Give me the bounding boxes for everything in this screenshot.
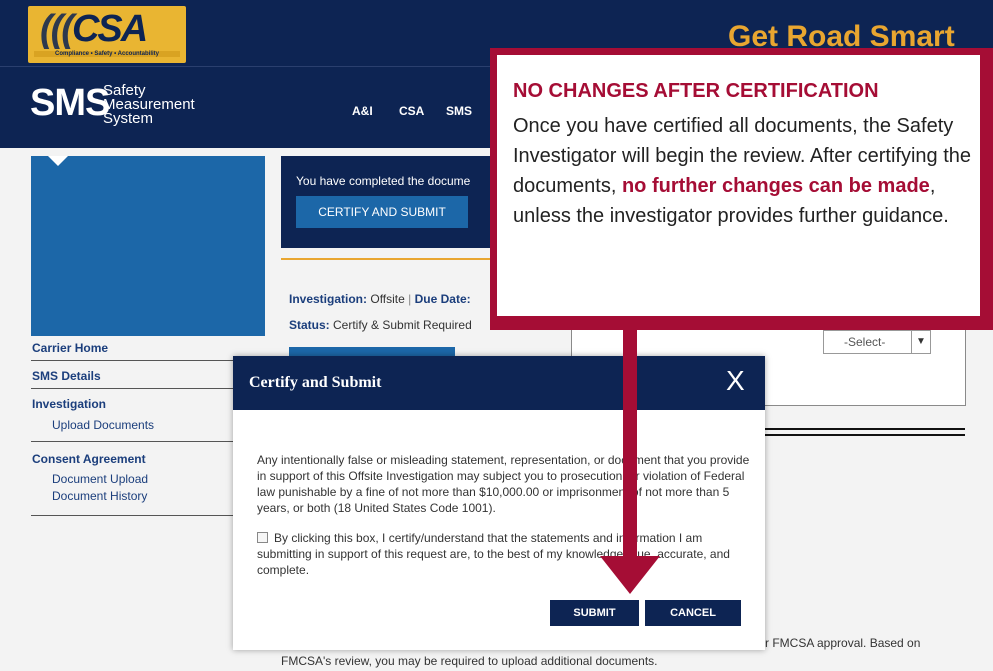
- callout-border-right: [980, 48, 993, 330]
- close-icon[interactable]: X: [726, 364, 745, 398]
- sidebar-banner: [31, 156, 265, 336]
- sidebar-item-investigation[interactable]: Investigation: [32, 397, 106, 411]
- sidebar-item-document-upload[interactable]: Document Upload: [52, 472, 148, 486]
- sidebar-item-document-history[interactable]: Document History: [52, 489, 147, 503]
- status-value: Certify & Submit Required: [333, 318, 472, 332]
- submit-button[interactable]: SUBMIT: [550, 600, 639, 626]
- status-info: Status: Certify & Submit Required: [289, 318, 472, 332]
- csa-logo[interactable]: (((CSA Compliance • Safety • Accountabil…: [28, 6, 186, 63]
- certify-submit-modal: Certify and Submit X Any intentionally f…: [233, 356, 765, 650]
- csa-logo-tagline: Compliance • Safety • Accountability: [34, 51, 180, 57]
- sidebar-item-sms-details[interactable]: SMS Details: [32, 369, 101, 383]
- footer-note-left: FMCSA's review, you may be required to u…: [281, 654, 658, 668]
- nav-csa[interactable]: CSA: [399, 104, 424, 118]
- sidebar-divider: [31, 388, 265, 389]
- select-value: -Select-: [844, 335, 886, 349]
- callout-title: NO CHANGES AFTER CERTIFICATION: [513, 80, 879, 102]
- sidebar-item-carrier-home[interactable]: Carrier Home: [32, 341, 108, 355]
- investigation-label: Investigation:: [289, 292, 368, 306]
- document-type-select[interactable]: -Select- ▼: [823, 330, 931, 354]
- legal-warning: Any intentionally false or misleading st…: [257, 453, 750, 515]
- sms-logo-subtitle: Safety Measurement System: [103, 82, 195, 127]
- investigation-info: Investigation: Offsite | Due Date:: [289, 292, 471, 306]
- sidebar-item-consent-agreement[interactable]: Consent Agreement: [32, 452, 146, 466]
- investigation-value: Offsite: [370, 292, 405, 306]
- callout-body: Once you have certified all documents, t…: [513, 111, 973, 231]
- csa-logo-text: (((CSA: [40, 8, 148, 50]
- sms-logo[interactable]: SMS: [30, 82, 110, 125]
- sidebar-divider: [31, 360, 265, 361]
- sidebar-divider: [31, 441, 265, 442]
- nav-ai[interactable]: A&I: [352, 104, 373, 118]
- arrow-head-icon: [600, 556, 660, 594]
- sidebar-item-upload-documents[interactable]: Upload Documents: [52, 418, 154, 432]
- certify-checkbox-row: By clicking this box, I certify/understa…: [257, 530, 751, 578]
- certify-checkbox[interactable]: [257, 532, 268, 543]
- section-divider: [281, 258, 491, 260]
- completed-message: You have completed the docume: [296, 174, 471, 188]
- callout-border-bottom: [490, 316, 993, 330]
- cancel-button[interactable]: CANCEL: [645, 600, 741, 626]
- certify-and-submit-button[interactable]: CERTIFY AND SUBMIT: [296, 196, 468, 228]
- banner-caret-icon: [48, 156, 68, 166]
- chevron-down-icon: ▼: [911, 331, 930, 353]
- due-date-label: Due Date:: [414, 292, 471, 306]
- modal-title: Certify and Submit: [249, 374, 382, 391]
- table-divider: [765, 428, 965, 430]
- sidebar-divider: [31, 515, 265, 516]
- nav-sms[interactable]: SMS: [446, 104, 472, 118]
- callout-highlight: no further changes can be made: [621, 175, 930, 197]
- footer-note-right: r FMCSA approval. Based on: [765, 636, 921, 650]
- status-label: Status:: [289, 318, 330, 332]
- arrow-down-icon: [623, 330, 637, 562]
- table-divider: [765, 434, 965, 436]
